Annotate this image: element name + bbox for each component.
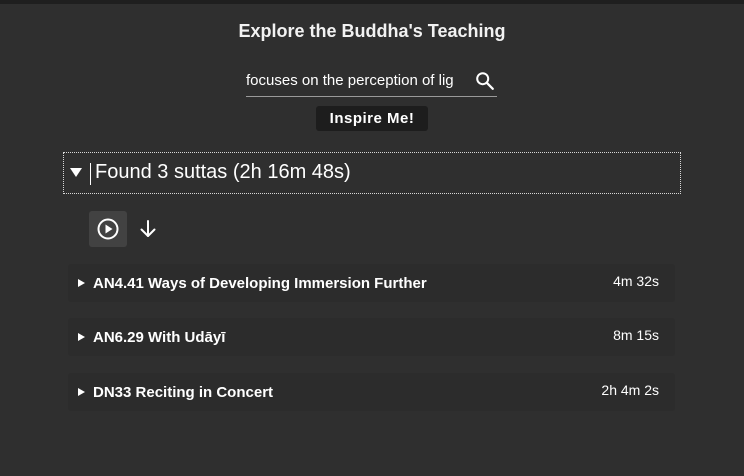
sutta-duration: 2h 4m 2s (601, 382, 659, 398)
triangle-down-icon[interactable] (69, 165, 83, 179)
sutta-row[interactable]: AN6.29 With Udāyī 8m 15s (68, 318, 675, 356)
results-summary[interactable]: Found 3 suttas (2h 16m 48s) (63, 152, 681, 194)
sutta-duration: 8m 15s (613, 327, 659, 343)
top-bar (0, 0, 744, 4)
sutta-row[interactable]: DN33 Reciting in Concert 2h 4m 2s (68, 373, 675, 411)
page-title: Explore the Buddha's Teaching (238, 21, 506, 41)
inspire-me-button[interactable]: Inspire Me! (316, 106, 428, 131)
search-bar (246, 66, 497, 97)
search-icon[interactable] (474, 70, 496, 92)
arrow-down-icon[interactable] (136, 217, 160, 241)
sutta-title: AN4.41 Ways of Developing Immersion Furt… (93, 275, 427, 292)
search-input[interactable] (246, 66, 468, 94)
play-circle-icon (97, 218, 119, 240)
triangle-right-icon (78, 279, 85, 287)
results-title: Found 3 suttas (2h 16m 48s) (95, 161, 351, 183)
sutta-row[interactable]: AN4.41 Ways of Developing Immersion Furt… (68, 264, 675, 302)
triangle-right-icon (78, 388, 85, 396)
triangle-right-icon (78, 333, 85, 341)
text-cursor (90, 163, 91, 185)
sutta-title: DN33 Reciting in Concert (93, 384, 274, 401)
sutta-duration: 4m 32s (613, 273, 659, 289)
play-all-button[interactable] (89, 211, 127, 247)
sutta-title: AN6.29 With Udāyī (93, 329, 226, 346)
